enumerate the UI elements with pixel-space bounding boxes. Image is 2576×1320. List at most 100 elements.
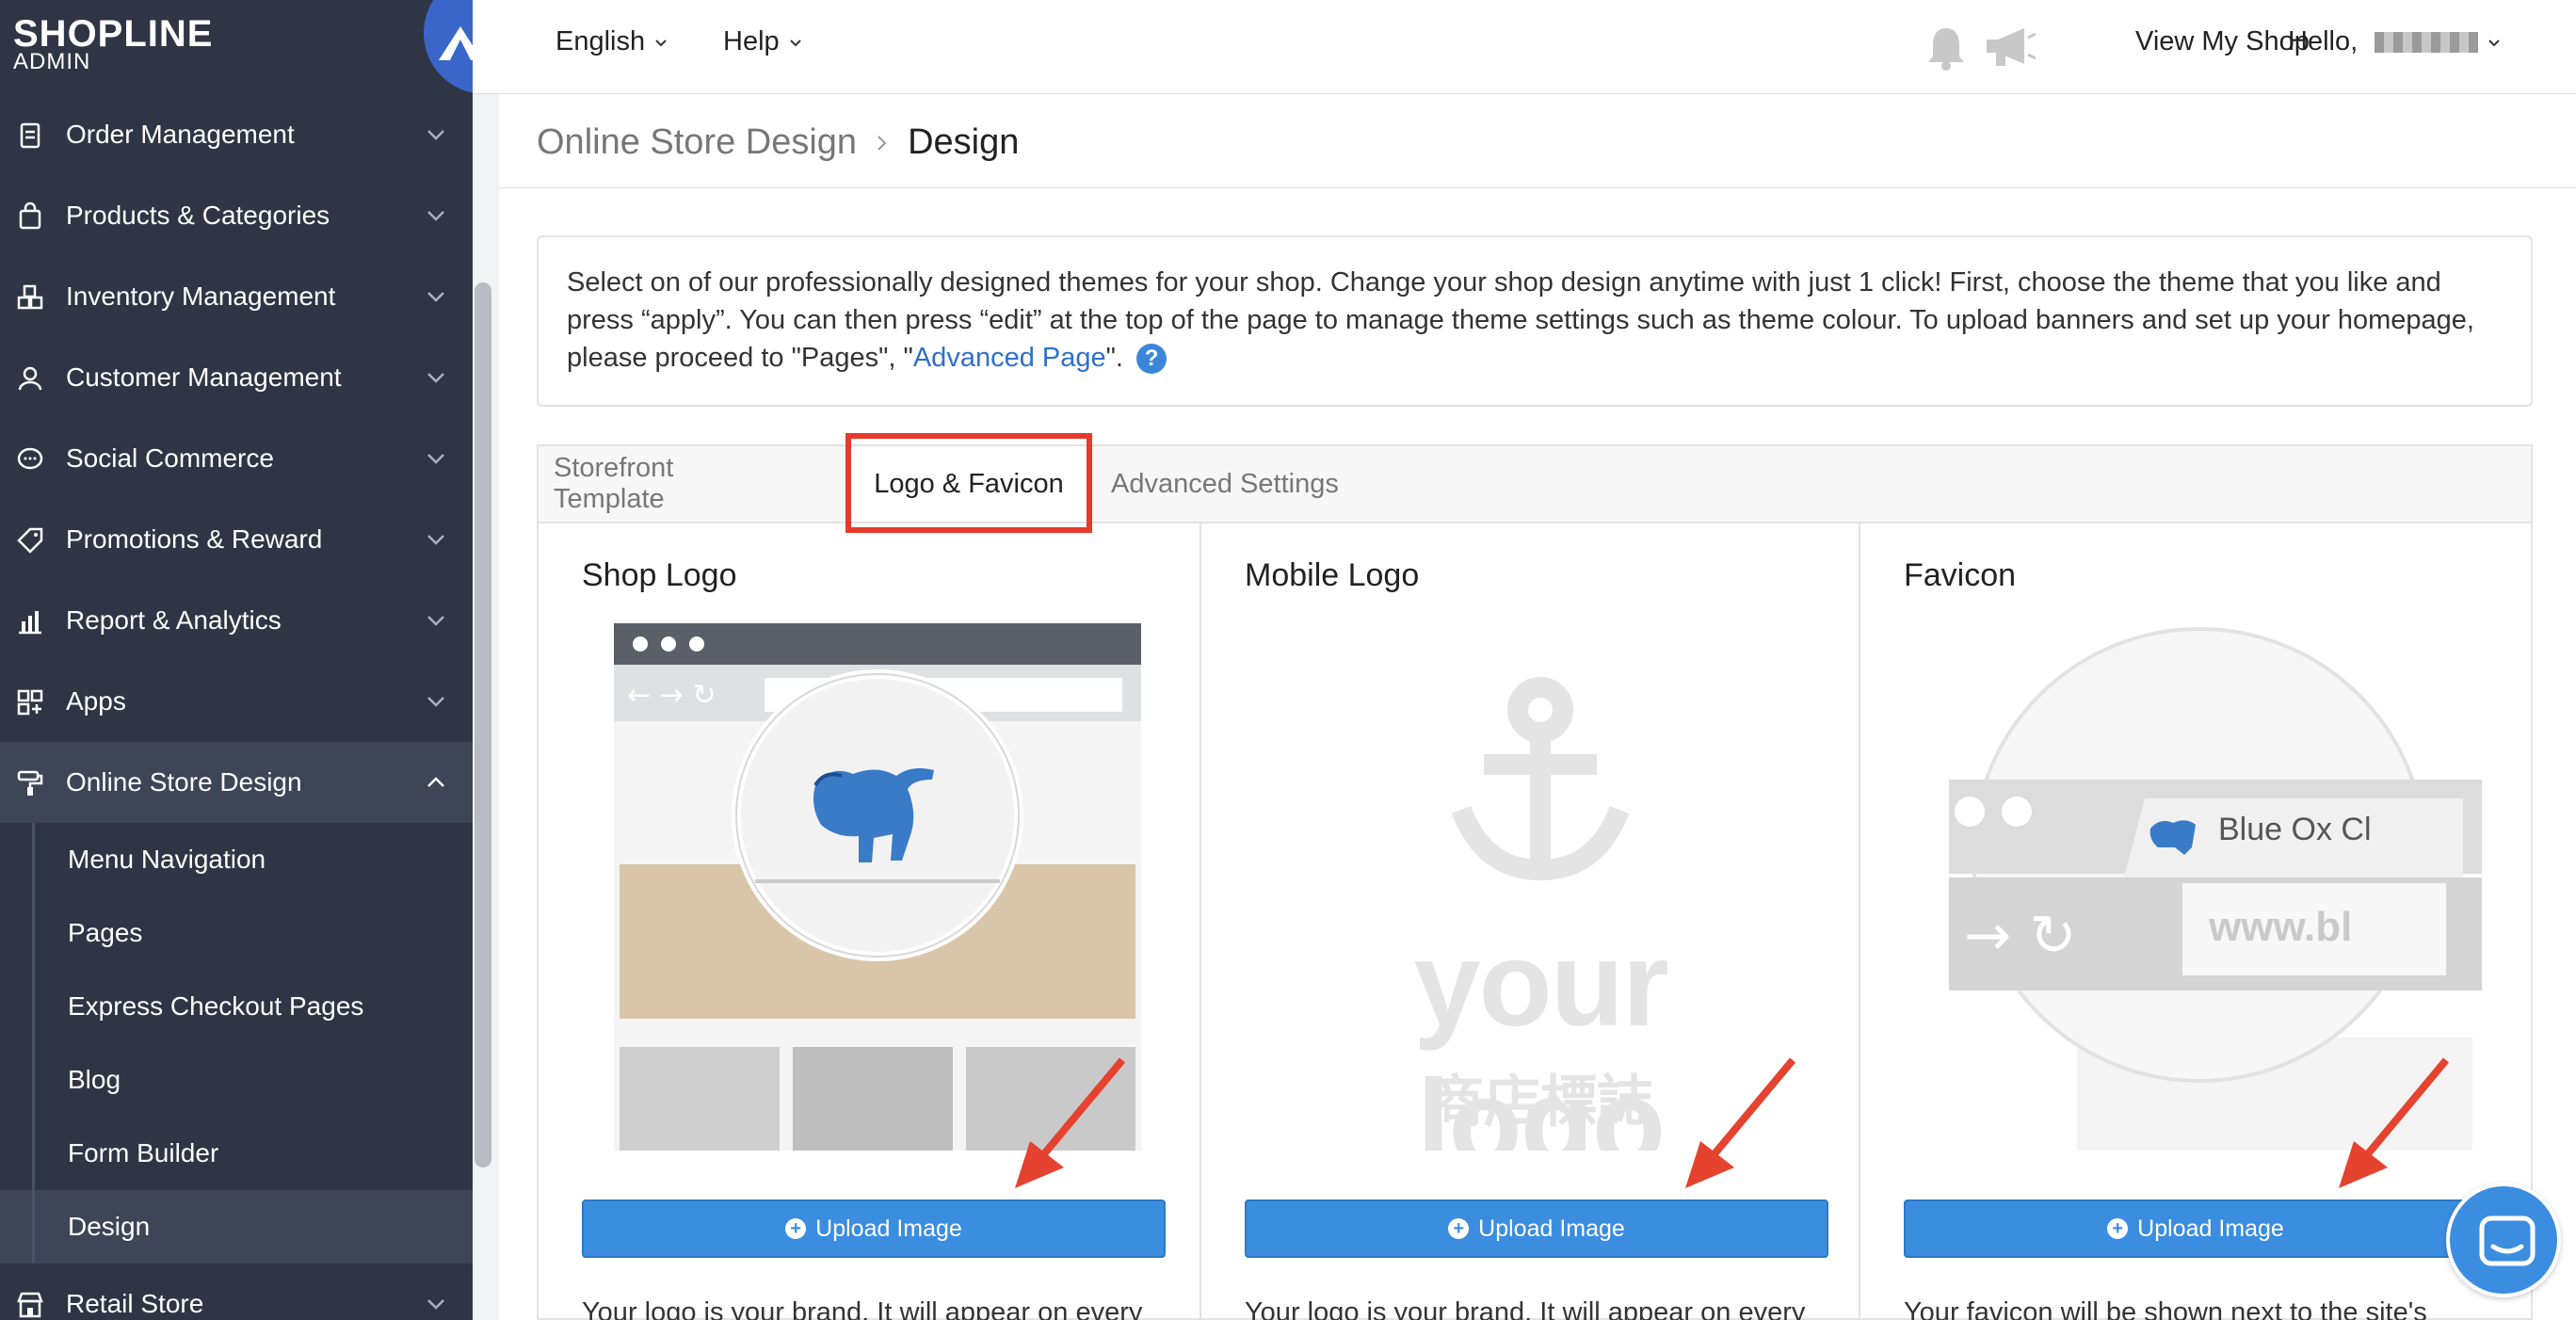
upload-button-label: Upload Image xyxy=(1478,1215,1625,1242)
chevron-down-icon xyxy=(427,697,444,707)
sidebar-item-inventory[interactable]: Inventory Management xyxy=(0,256,473,337)
plus-circle-icon: + xyxy=(1448,1218,1470,1239)
advanced-page-link[interactable]: Advanced Page xyxy=(913,343,1106,373)
red-arrow-icon xyxy=(2339,1057,2450,1188)
shop-logo-description: Your logo is your brand. It will appear … xyxy=(582,1297,1143,1320)
favicon-column: Favicon → ↻ Blue Ox Cl www.bl + Upload I… xyxy=(1860,523,2531,1320)
sidebar-item-label: Apps xyxy=(66,686,126,716)
upload-button-label: Upload Image xyxy=(2137,1215,2284,1242)
svg-text:→ ↻: → ↻ xyxy=(1964,903,2077,969)
sidebar-item-label: Report & Analytics xyxy=(66,605,282,635)
intro-notice: Select on of our professionally designed… xyxy=(537,235,2533,407)
shop-logo-title: Shop Logo xyxy=(582,557,737,593)
sidebar-item-products[interactable]: Products & Categories xyxy=(0,175,473,256)
tab-advanced-settings[interactable]: Advanced Settings xyxy=(1111,446,1356,522)
sidebar-subitem-form-builder[interactable]: Form Builder xyxy=(0,1117,473,1190)
sidebar-item-promotions[interactable]: Promotions & Reward xyxy=(0,499,473,580)
help-dropdown[interactable]: Help xyxy=(723,26,804,57)
view-my-shop-link[interactable]: View My Shop xyxy=(2135,26,2310,57)
sidebar-item-label: Customer Management xyxy=(66,362,342,392)
bell-icon[interactable] xyxy=(1924,24,1968,72)
chat-launcher-button[interactable] xyxy=(2446,1183,2561,1297)
sidebar-subitem-blog[interactable]: Blog xyxy=(0,1043,473,1117)
upload-favicon-button[interactable]: + Upload Image xyxy=(1904,1199,2487,1258)
sidebar-item-label: Retail Store xyxy=(66,1289,204,1318)
sidebar-item-social-commerce[interactable]: Social Commerce xyxy=(0,418,473,499)
sidebar-item-retail-store[interactable]: Retail Store xyxy=(0,1264,473,1320)
sidebar-item-apps[interactable]: Apps xyxy=(0,661,473,742)
sidebar-item-label: Social Commerce xyxy=(66,443,274,473)
question-icon[interactable]: ? xyxy=(1136,344,1167,375)
breadcrumb: Online Store Design Design xyxy=(537,122,1019,163)
sidebar-item-online-store-design[interactable]: Online Store Design xyxy=(0,742,473,823)
chevron-down-icon xyxy=(789,39,801,46)
chevron-down-icon xyxy=(427,454,444,464)
design-panel: Storefront Template Logo & Favicon Advan… xyxy=(537,433,2533,1320)
sidebar-item-customers[interactable]: Customer Management xyxy=(0,337,473,418)
mountain-icon xyxy=(439,26,473,60)
chevron-down-icon xyxy=(2488,39,2500,46)
svg-text:← → ↻: ← → ↻ xyxy=(627,679,716,712)
chevron-right-icon xyxy=(877,135,887,151)
sidebar-submenu: Menu Navigation Pages Express Checkout P… xyxy=(0,823,473,1264)
apps-grid-icon xyxy=(17,689,43,716)
help-label: Help xyxy=(723,26,780,56)
sidebar-subitem-menu-navigation[interactable]: Menu Navigation xyxy=(0,823,473,896)
main-area: Online Store Design Design Select on of … xyxy=(499,94,2576,1320)
plus-circle-icon: + xyxy=(2107,1218,2129,1239)
breadcrumb-parent[interactable]: Online Store Design xyxy=(537,122,857,163)
upload-button-label: Upload Image xyxy=(815,1215,962,1242)
red-arrow-icon xyxy=(1015,1057,1126,1188)
sidebar-item-reports[interactable]: Report & Analytics xyxy=(0,580,473,661)
chevron-down-icon xyxy=(427,535,444,545)
chat-icon xyxy=(2479,1215,2536,1266)
account-dropdown[interactable]: Hello, xyxy=(2288,26,2503,57)
chevron-down-icon xyxy=(427,130,444,140)
sidebar-item-label: Order Management xyxy=(66,120,295,149)
chevron-down-icon xyxy=(427,373,444,383)
megaphone-icon[interactable] xyxy=(1983,24,2037,70)
sidebar: SHOPLINE ADMIN Order Management Products… xyxy=(0,0,473,1320)
intro-text: Select on of our professionally designed… xyxy=(567,267,2474,373)
favicon-url-text: www.bl xyxy=(2209,904,2353,950)
brand-badge xyxy=(424,0,473,94)
sidebar-subitem-design[interactable]: Design xyxy=(0,1190,473,1264)
favicon-description: Your favicon will be shown next to the s… xyxy=(1904,1297,2427,1320)
chevron-down-icon xyxy=(427,292,444,302)
breadcrumb-bar: Online Store Design Design xyxy=(499,94,2576,188)
shopping-bag-icon xyxy=(19,201,41,230)
plus-circle-icon: + xyxy=(785,1218,807,1239)
chevron-up-icon xyxy=(427,777,444,787)
boxes-icon xyxy=(17,284,43,310)
upload-shop-logo-button[interactable]: + Upload Image xyxy=(582,1199,1166,1258)
intro-text-end: ". xyxy=(1105,343,1123,373)
sidebar-subitem-pages[interactable]: Pages xyxy=(0,896,473,970)
brand-header: SHOPLINE ADMIN xyxy=(0,0,473,94)
sidebar-item-label: Online Store Design xyxy=(66,767,302,797)
shop-logo-column: Shop Logo ← → ↻ + Upload Image Your logo… xyxy=(539,523,1201,1320)
redacted-username xyxy=(2375,31,2479,53)
tag-icon xyxy=(17,527,43,554)
chat-bubble-icon xyxy=(17,447,43,470)
sidebar-item-label: Inventory Management xyxy=(66,282,336,311)
clipboard-icon xyxy=(20,122,40,149)
chevron-down-icon xyxy=(427,1299,444,1310)
bar-chart-icon xyxy=(19,611,41,635)
tab-highlight-box xyxy=(845,433,1092,533)
brand-subtitle: ADMIN xyxy=(13,49,91,74)
submenu-line xyxy=(32,823,35,1264)
sidebar-item-label: Promotions & Reward xyxy=(66,524,323,554)
tab-bar: Storefront Template Logo & Favicon Advan… xyxy=(539,433,2531,533)
page-title: Design xyxy=(908,122,1020,162)
sidebar-scrollbar[interactable] xyxy=(475,282,491,1167)
user-icon xyxy=(18,366,42,391)
language-dropdown[interactable]: English xyxy=(555,26,669,57)
sidebar-subitem-express-checkout[interactable]: Express Checkout Pages xyxy=(0,970,473,1043)
sidebar-item-order-management[interactable]: Order Management xyxy=(0,94,473,175)
upload-mobile-logo-button[interactable]: + Upload Image xyxy=(1245,1199,1828,1258)
tab-storefront-template[interactable]: Storefront Template xyxy=(539,446,723,522)
store-icon xyxy=(17,1292,43,1318)
favicon-tab-text: Blue Ox Cl xyxy=(2218,812,2372,847)
mobile-logo-column: Mobile Logo your logo 商店標誌 + Upload Imag… xyxy=(1201,523,1860,1320)
red-arrow-icon xyxy=(1685,1057,1796,1188)
